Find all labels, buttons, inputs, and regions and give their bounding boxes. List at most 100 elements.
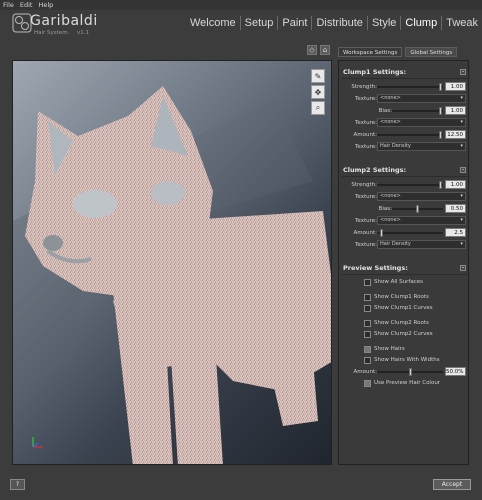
clump2-amount-texture-dropdown[interactable]: Hair Density ▾ [377, 240, 466, 249]
chevron-down-icon: ▾ [460, 95, 463, 101]
panel-tabs: Workspace Settings Global Settings [338, 47, 458, 57]
show-all-surfaces-checkbox[interactable] [364, 279, 371, 286]
slider-thumb[interactable] [439, 83, 442, 91]
preview-amount-row: Amount: 50.0% [339, 366, 470, 378]
logo [12, 13, 32, 33]
clump2-strength-field[interactable]: 1.00 [445, 180, 466, 189]
tab-style[interactable]: Style [368, 15, 400, 31]
logo-name: Garibaldi [30, 13, 98, 29]
show-hairs-checkbox[interactable] [364, 346, 371, 353]
zoom-icon[interactable]: ⌕ [311, 101, 325, 115]
texture-label: Texture: [355, 194, 377, 200]
preview-amount-field[interactable]: 50.0% [445, 367, 466, 376]
use-preview-colour-checkbox[interactable] [364, 380, 371, 387]
preview-section: Preview Settings: - Show All Surfaces Sho… [339, 262, 470, 389]
accept-button[interactable]: Accept [433, 479, 471, 490]
clump1-amount-slider[interactable] [377, 131, 443, 139]
clump2-texture-row: Texture: <none> ▾ [339, 191, 470, 203]
bias-label: Bias: [378, 108, 392, 114]
move-icon[interactable]: ✥ [311, 85, 325, 99]
clump1-bias-field[interactable]: 1.00 [445, 106, 466, 115]
clump2-texture-dropdown[interactable]: <none> ▾ [377, 192, 466, 201]
slider-thumb[interactable] [439, 131, 442, 139]
strength-label: Strength: [351, 84, 377, 90]
show-clump1-curves-checkbox[interactable] [364, 305, 371, 312]
tab-welcome[interactable]: Welcome [186, 15, 240, 31]
clump1-strength-field[interactable]: 1.00 [445, 82, 466, 91]
dropdown-value: Hair Density [380, 143, 411, 149]
texture-label: Texture: [355, 144, 377, 150]
tab-clump[interactable]: Clump [401, 15, 441, 31]
clump2-amount-row: Amount: 2.5 [339, 227, 470, 239]
menu-help[interactable]: Help [38, 1, 53, 9]
menu-file[interactable]: File [3, 1, 14, 9]
tab-setup[interactable]: Setup [241, 15, 278, 31]
dropdown-value: <none> [380, 95, 401, 101]
viewport-toggle-icon[interactable]: ◇ [307, 45, 317, 55]
use-preview-colour-row: Use Preview Hair Colour [339, 378, 470, 389]
show-clump2-curves-checkbox[interactable] [364, 331, 371, 338]
clump1-bias-slider[interactable] [392, 107, 443, 115]
dropdown-value: <none> [380, 119, 401, 125]
clump1-strength-slider[interactable] [377, 83, 443, 91]
clump1-bias-texture-dropdown[interactable]: <none> ▾ [377, 118, 466, 127]
viewport-tools: ✎ ✥ ⌕ [311, 69, 325, 115]
clump1-texture-dropdown[interactable]: <none> ▾ [377, 94, 466, 103]
bias-label: Bias: [378, 206, 392, 212]
show-hairs-widths-checkbox[interactable] [364, 357, 371, 364]
clump1-amount-field[interactable]: 12.50 [445, 130, 466, 139]
tab-global-settings[interactable]: Global Settings [405, 47, 458, 57]
clump1-strength-row: Strength: 1.00 [339, 81, 470, 93]
collapse-icon[interactable]: - [460, 167, 466, 173]
show-hairs-widths-row: Show Hairs With Widths [339, 355, 470, 366]
clump2-texture3-row: Texture: Hair Density ▾ [339, 239, 470, 251]
3d-viewport[interactable]: ✎ ✥ ⌕ [12, 60, 332, 465]
help-button[interactable]: ? [10, 479, 25, 490]
checkbox-label: Show Hairs With Widths [374, 357, 440, 363]
clump2-amount-field[interactable]: 2.5 [445, 228, 466, 237]
preview-amount-slider[interactable] [377, 368, 443, 376]
show-clump1-roots-checkbox[interactable] [364, 294, 371, 301]
texture-label: Texture: [355, 96, 377, 102]
clump1-texture3-row: Texture: Hair Density ▾ [339, 141, 470, 153]
texture-label: Texture: [355, 242, 377, 248]
checkbox-label: Show Clump1 Curves [374, 305, 433, 311]
clump1-title: Clump1 Settings: - [339, 66, 470, 78]
slider-thumb[interactable] [439, 181, 442, 189]
slider-thumb[interactable] [380, 229, 383, 237]
clump2-bias-field[interactable]: 0.50 [445, 204, 466, 213]
clump1-title-text: Clump1 Settings: [343, 68, 407, 76]
clump1-texture2-row: Texture: <none> ▾ [339, 117, 470, 129]
axis-gizmo-icon [32, 437, 43, 448]
clump2-bias-texture-dropdown[interactable]: <none> ▾ [377, 216, 466, 225]
brush-icon[interactable]: ✎ [311, 69, 325, 83]
home-icon[interactable]: ⌂ [320, 45, 330, 55]
main-nav: Welcome Setup Paint Distribute Style Clu… [186, 15, 482, 31]
menu-bar: File Edit Help [0, 0, 482, 10]
checkbox-label: Show Clump2 Curves [374, 331, 433, 337]
slider-thumb[interactable] [416, 205, 419, 213]
dropdown-value: <none> [380, 217, 401, 223]
tab-tweak[interactable]: Tweak [442, 15, 482, 31]
show-clump2-curves-row: Show Clump2 Curves [339, 329, 470, 340]
chevron-down-icon: ▾ [460, 119, 463, 125]
menu-edit[interactable]: Edit [20, 1, 33, 9]
chevron-down-icon: ▾ [460, 241, 463, 247]
clump2-amount-slider[interactable] [377, 229, 443, 237]
collapse-icon[interactable]: - [460, 69, 466, 75]
checkbox-label: Show Clump2 Roots [374, 320, 429, 326]
slider-thumb[interactable] [439, 107, 442, 115]
tab-workspace-settings[interactable]: Workspace Settings [338, 47, 403, 57]
show-hairs-row: Show Hairs [339, 344, 470, 355]
checkbox-label: Show Clump1 Roots [374, 294, 429, 300]
clump2-strength-row: Strength: 1.00 [339, 179, 470, 191]
tab-distribute[interactable]: Distribute [312, 15, 366, 31]
clump2-strength-slider[interactable] [377, 181, 443, 189]
show-clump2-roots-checkbox[interactable] [364, 320, 371, 327]
slider-thumb[interactable] [409, 368, 412, 376]
collapse-icon[interactable]: - [460, 265, 466, 271]
tab-paint[interactable]: Paint [278, 15, 311, 31]
texture-label: Texture: [355, 218, 377, 224]
clump2-bias-slider[interactable] [392, 205, 443, 213]
clump1-amount-texture-dropdown[interactable]: Hair Density ▾ [377, 142, 466, 151]
